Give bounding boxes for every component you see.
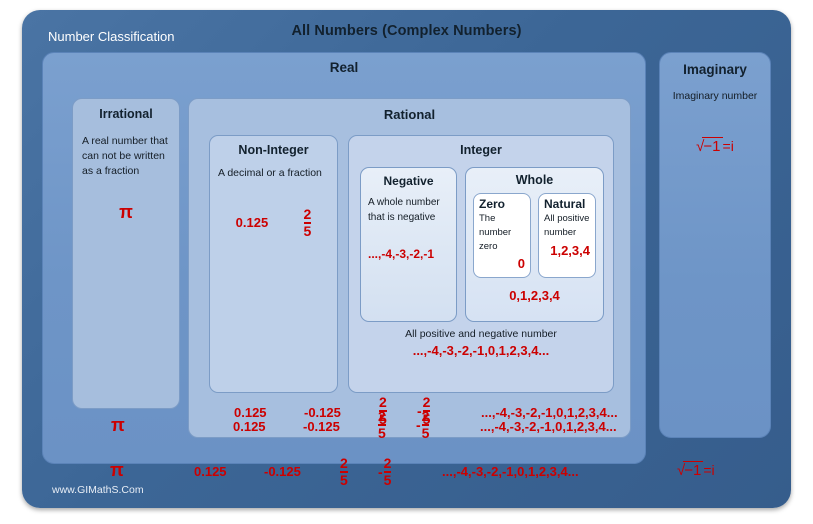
- radicand: −1: [683, 461, 704, 479]
- irrational-numbers-panel: Irrational A real number that can not be…: [72, 98, 180, 409]
- rational-panel-title: Rational: [383, 107, 436, 122]
- all-numbers-container: Number Classification All Numbers (Compl…: [22, 10, 791, 508]
- negative-description: A whole number that is negative: [368, 197, 440, 223]
- whole-panel-title: Whole: [515, 173, 554, 187]
- real-panel-title: Real: [329, 60, 359, 75]
- fraction-denominator: 5: [378, 423, 386, 441]
- sqrt-minus-one-equals-i: √−1 =i: [696, 137, 734, 155]
- whole-example-wrap: 0,1,2,3,4: [466, 278, 603, 305]
- integer-panel-title: Integer: [460, 143, 502, 157]
- page-title: All Numbers (Complex Numbers): [291, 23, 522, 39]
- non-integer-panel: Non-Integer A decimal or a fraction 0.12…: [209, 135, 338, 393]
- imaginary-example-wrap: √−1 =i: [660, 102, 770, 156]
- equals-i: =i: [703, 462, 715, 478]
- whole-numbers-panel: Whole Zero The number zero 0 Natural All…: [465, 167, 604, 322]
- real-summary-decimal-positive: 0.125: [233, 419, 266, 434]
- real-summary-fraction-positive: 2 5: [378, 409, 386, 440]
- zero-description: The number zero: [479, 213, 512, 252]
- integer-description: All positive and negative number: [405, 328, 557, 340]
- fraction-numerator: 2: [303, 206, 312, 223]
- irrational-description: A real number that can not be written as…: [82, 135, 168, 178]
- real-summary-integers: ...,-4,-3,-2,-1,0,1,2,3,4...: [480, 419, 617, 434]
- natural-panel: Natural All positive number 1,2,3,4: [538, 193, 596, 279]
- integer-panel: Integer Negative A whole number that is …: [348, 135, 614, 393]
- all-summary-decimal-negative: -0.125: [264, 464, 301, 479]
- zero-panel: Zero The number zero 0: [473, 193, 531, 279]
- zero-example-wrap: 0: [479, 253, 525, 273]
- all-summary-integers: ...,-4,-3,-2,-1,0,1,2,3,4...: [442, 464, 579, 479]
- all-summary-fraction-positive: 2 5: [340, 456, 348, 487]
- zero-example: 0: [517, 256, 525, 272]
- all-summary-decimal-positive: 0.125: [194, 464, 227, 479]
- all-summary-fraction-negative: - 2 5: [378, 455, 392, 488]
- irrational-example: π: [82, 180, 170, 223]
- imaginary-title: Imaginary: [683, 62, 747, 77]
- negative-title: Negative: [383, 174, 434, 188]
- natural-description: All positive number: [544, 213, 590, 238]
- fraction-denominator: 5: [383, 470, 392, 488]
- integer-example: ...,-4,-3,-2,-1,0,1,2,3,4...: [412, 343, 550, 358]
- fraction-denominator: 5: [421, 423, 430, 441]
- whole-subpanels: Zero The number zero 0 Natural All posit…: [466, 187, 603, 279]
- irrational-title: Irrational: [99, 107, 153, 121]
- radicand: −1: [702, 137, 723, 155]
- natural-example-wrap: 1,2,3,4: [544, 240, 590, 260]
- fraction-denominator: 5: [303, 221, 312, 239]
- natural-title: Natural: [544, 197, 586, 211]
- non-integer-title: Non-Integer: [238, 143, 309, 157]
- pi-symbol: π: [119, 201, 133, 222]
- non-integer-fraction: 2 5: [303, 206, 312, 239]
- integer-summary: All positive and negative number ...,-4,…: [349, 328, 613, 360]
- all-summary-pi: π: [110, 460, 124, 480]
- imaginary-description: Imaginary number: [672, 90, 758, 102]
- rational-numbers-panel: Rational Non-Integer A decimal or a frac…: [188, 98, 631, 438]
- all-numbers-summary-row: π 0.125 -0.125 2 5 - 2 5 ...,-4,-3,-2,-1…: [22, 452, 791, 502]
- integer-example-wrap: ...,-4,-3,-2,-1,0,1,2,3,4...: [349, 340, 613, 360]
- whole-example: 0,1,2,3,4: [509, 288, 560, 304]
- real-summary-pi: π: [111, 415, 125, 435]
- all-summary-imaginary: √−1 =i: [677, 461, 715, 479]
- equals-i: =i: [722, 138, 734, 154]
- non-integer-description: A decimal or a fraction: [218, 167, 322, 179]
- natural-example: 1,2,3,4: [550, 242, 590, 258]
- negative-example: ...,-4,-3,-2,-1: [368, 247, 435, 261]
- imaginary-numbers-panel: Imaginary Imaginary number √−1 =i: [659, 52, 771, 438]
- fraction-numerator: 2: [383, 455, 392, 471]
- real-numbers-panel: Real Irrational A real number that can n…: [42, 52, 646, 464]
- real-summary-decimal-negative: -0.125: [303, 419, 340, 434]
- fraction-numerator: 2: [378, 408, 386, 424]
- fraction-numerator: 2: [421, 408, 430, 424]
- negative-numbers-panel: Negative A whole number that is negative…: [360, 167, 457, 322]
- fraction-denominator: 5: [340, 470, 348, 488]
- real-summary-row: π 0.125 -0.125 2 5 - 2 5 ...,-4,-3,-2,-1…: [43, 405, 645, 451]
- fraction-numerator: 2: [340, 455, 348, 471]
- real-summary-fraction-negative: - 2 5: [416, 408, 430, 441]
- negative-example-wrap: ...,-4,-3,-2,-1: [368, 225, 449, 263]
- zero-title: Zero: [479, 197, 506, 211]
- non-integer-decimal: 0.125: [235, 215, 269, 231]
- non-integer-examples: 0.125 2 5: [218, 181, 329, 238]
